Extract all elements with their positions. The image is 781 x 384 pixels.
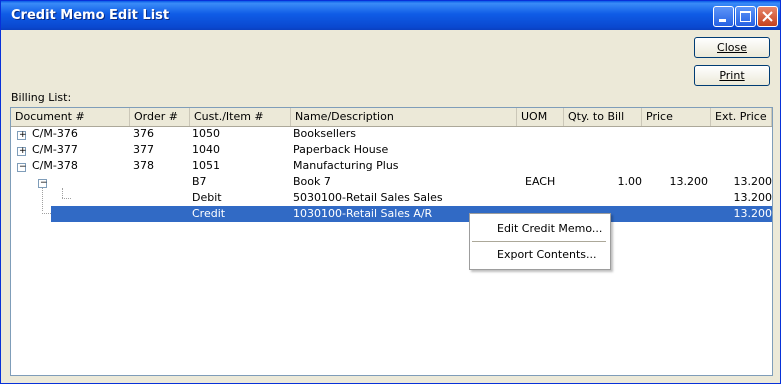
- maximize-button[interactable]: [735, 6, 756, 27]
- name-description: Manufacturing Plus: [293, 159, 399, 172]
- close-icon: [762, 11, 773, 22]
- ext-price-value: 13.200: [733, 191, 773, 204]
- minimize-button[interactable]: [713, 6, 734, 27]
- print-button[interactable]: Print: [694, 65, 770, 86]
- name-description: Booksellers: [293, 127, 357, 140]
- title-bar[interactable]: Credit Memo Edit List: [1, 1, 780, 30]
- menu-separator: [472, 241, 606, 242]
- document-number: C/M-378: [32, 159, 78, 172]
- tree-line: [42, 213, 51, 214]
- column-cust-item[interactable]: Cust./Item #: [190, 108, 291, 126]
- menu-item-edit-credit-memo[interactable]: Edit Credit Memo...: [470, 220, 610, 238]
- document-number: C/M-377: [32, 143, 78, 156]
- name-description: Paperback House: [293, 143, 389, 156]
- close-button[interactable]: Close: [694, 37, 770, 58]
- context-menu: Edit Credit Memo... Export Contents...: [469, 213, 611, 270]
- expand-icon[interactable]: +: [17, 146, 27, 156]
- tree-line: [62, 188, 63, 198]
- entry-type: Credit: [192, 207, 226, 220]
- window-title: Credit Memo Edit List: [11, 8, 170, 23]
- tree-line: [62, 198, 71, 199]
- billing-list-label: Billing List:: [11, 91, 72, 104]
- column-ext-price[interactable]: Ext. Price: [711, 108, 772, 126]
- column-order[interactable]: Order #: [130, 108, 190, 126]
- customer-number: 1050: [192, 127, 220, 140]
- uom-value: EACH: [525, 175, 556, 188]
- order-number: 378: [133, 159, 154, 172]
- credit-memo-edit-list-window: Credit Memo Edit List Close Print Billin…: [0, 0, 781, 384]
- name-description: 5030100-Retail Sales Sales: [293, 191, 443, 204]
- collapse-icon[interactable]: −: [38, 178, 48, 188]
- order-number: 376: [133, 127, 154, 140]
- ext-price-value: 13.200: [733, 175, 773, 188]
- name-description: 1030100-Retail Sales A/R: [293, 207, 433, 220]
- column-uom[interactable]: UOM: [517, 108, 564, 126]
- item-number: B7: [192, 175, 207, 188]
- billing-list-tree[interactable]: Document # Order # Cust./Item # Name/Des…: [10, 107, 773, 376]
- column-qty-to-bill[interactable]: Qty. to Bill: [564, 108, 642, 126]
- collapse-icon[interactable]: −: [17, 162, 27, 172]
- customer-number: 1051: [192, 159, 220, 172]
- document-number: C/M-376: [32, 127, 78, 140]
- ext-price-value: 13.200: [733, 207, 773, 220]
- expand-icon[interactable]: +: [17, 130, 27, 140]
- qty-to-bill-value: 1.00: [617, 175, 643, 188]
- customer-number: 1040: [192, 143, 220, 156]
- menu-item-export-contents[interactable]: Export Contents...: [470, 246, 610, 264]
- column-document[interactable]: Document #: [11, 108, 130, 126]
- column-header-row: Document # Order # Cust./Item # Name/Des…: [11, 108, 772, 127]
- maximize-icon: [740, 11, 751, 22]
- entry-type: Debit: [192, 191, 222, 204]
- column-name-description[interactable]: Name/Description: [291, 108, 517, 126]
- name-description: Book 7: [293, 175, 331, 188]
- column-price[interactable]: Price: [642, 108, 711, 126]
- order-number: 377: [133, 143, 154, 156]
- minimize-icon: [719, 19, 726, 22]
- price-value: 13.200: [669, 175, 709, 188]
- close-window-button[interactable]: [757, 6, 778, 27]
- tree-line: [42, 187, 43, 211]
